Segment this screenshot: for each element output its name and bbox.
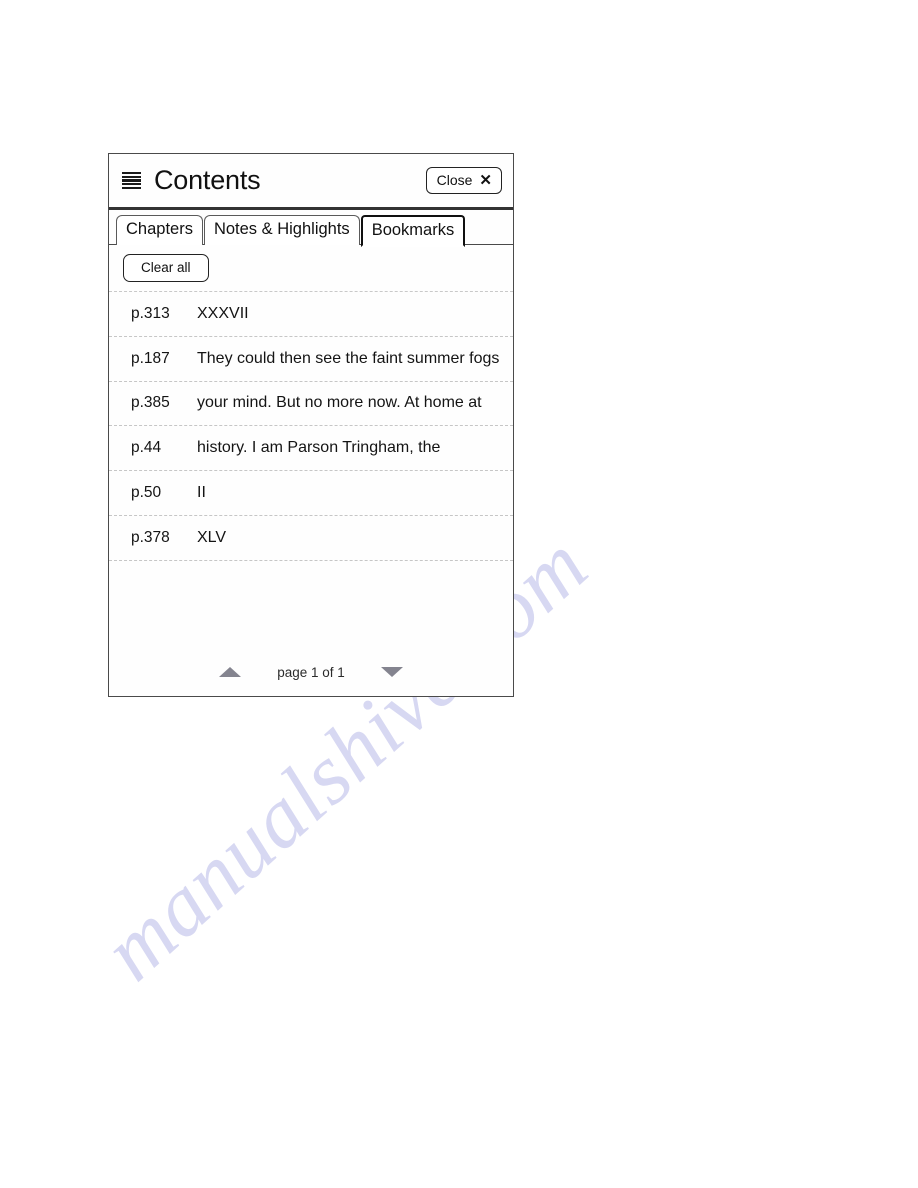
bookmark-page-number: p.313 xyxy=(131,304,170,322)
tab-chapters[interactable]: Chapters xyxy=(116,215,203,245)
bookmark-page-number: p.50 xyxy=(131,484,162,502)
triangle-down-icon[interactable] xyxy=(380,667,403,677)
bookmark-row[interactable]: p.50 II xyxy=(109,471,513,516)
bookmark-page-number: p.385 xyxy=(131,394,170,412)
bookmark-list-empty-space xyxy=(109,561,513,654)
panel-header: Contents Close ✕ xyxy=(109,154,513,210)
bookmark-excerpt: II xyxy=(197,484,206,502)
close-button-label: Close xyxy=(436,172,473,188)
bookmark-row[interactable]: p.187 They could then see the faint summ… xyxy=(109,337,513,382)
list-toolbar: Clear all xyxy=(109,245,513,292)
list-icon xyxy=(122,172,141,189)
contents-panel: Contents Close ✕ Chapters Notes & Highli… xyxy=(108,153,514,697)
panel-footer: page 1 of 1 xyxy=(109,654,513,696)
bookmark-page-number: p.44 xyxy=(131,439,162,457)
close-icon: ✕ xyxy=(479,171,492,189)
bookmark-excerpt: history. I am Parson Tringham, the xyxy=(197,439,441,457)
bookmark-row[interactable]: p.44 history. I am Parson Tringham, the xyxy=(109,426,513,472)
bookmark-excerpt: XXXVII xyxy=(197,304,249,322)
bookmark-page-number: p.187 xyxy=(131,349,170,367)
bookmark-page-number: p.378 xyxy=(131,528,170,546)
tab-strip: Chapters Notes & Highlights Bookmarks xyxy=(109,210,513,247)
bookmark-excerpt: XLV xyxy=(197,528,227,546)
bookmark-list: p.313 XXXVII p.187 They could then see t… xyxy=(109,292,513,654)
bookmark-row[interactable]: p.385 your mind. But no more now. At hom… xyxy=(109,382,513,427)
page-indicator: page 1 of 1 xyxy=(277,664,345,680)
bookmark-excerpt: your mind. But no more now. At home at xyxy=(197,394,482,412)
clear-all-button[interactable]: Clear all xyxy=(123,254,209,282)
page-title: Contents xyxy=(154,165,261,195)
close-button[interactable]: Close ✕ xyxy=(425,167,502,194)
tab-notes-and-highlights[interactable]: Notes & Highlights xyxy=(203,215,360,245)
bookmark-row[interactable]: p.313 XXXVII xyxy=(109,292,513,337)
tab-bookmarks[interactable]: Bookmarks xyxy=(360,214,466,247)
bookmark-row[interactable]: p.378 XLV xyxy=(109,516,513,561)
triangle-up-icon[interactable] xyxy=(219,667,242,677)
bookmark-excerpt: They could then see the faint summer fog… xyxy=(197,349,500,367)
